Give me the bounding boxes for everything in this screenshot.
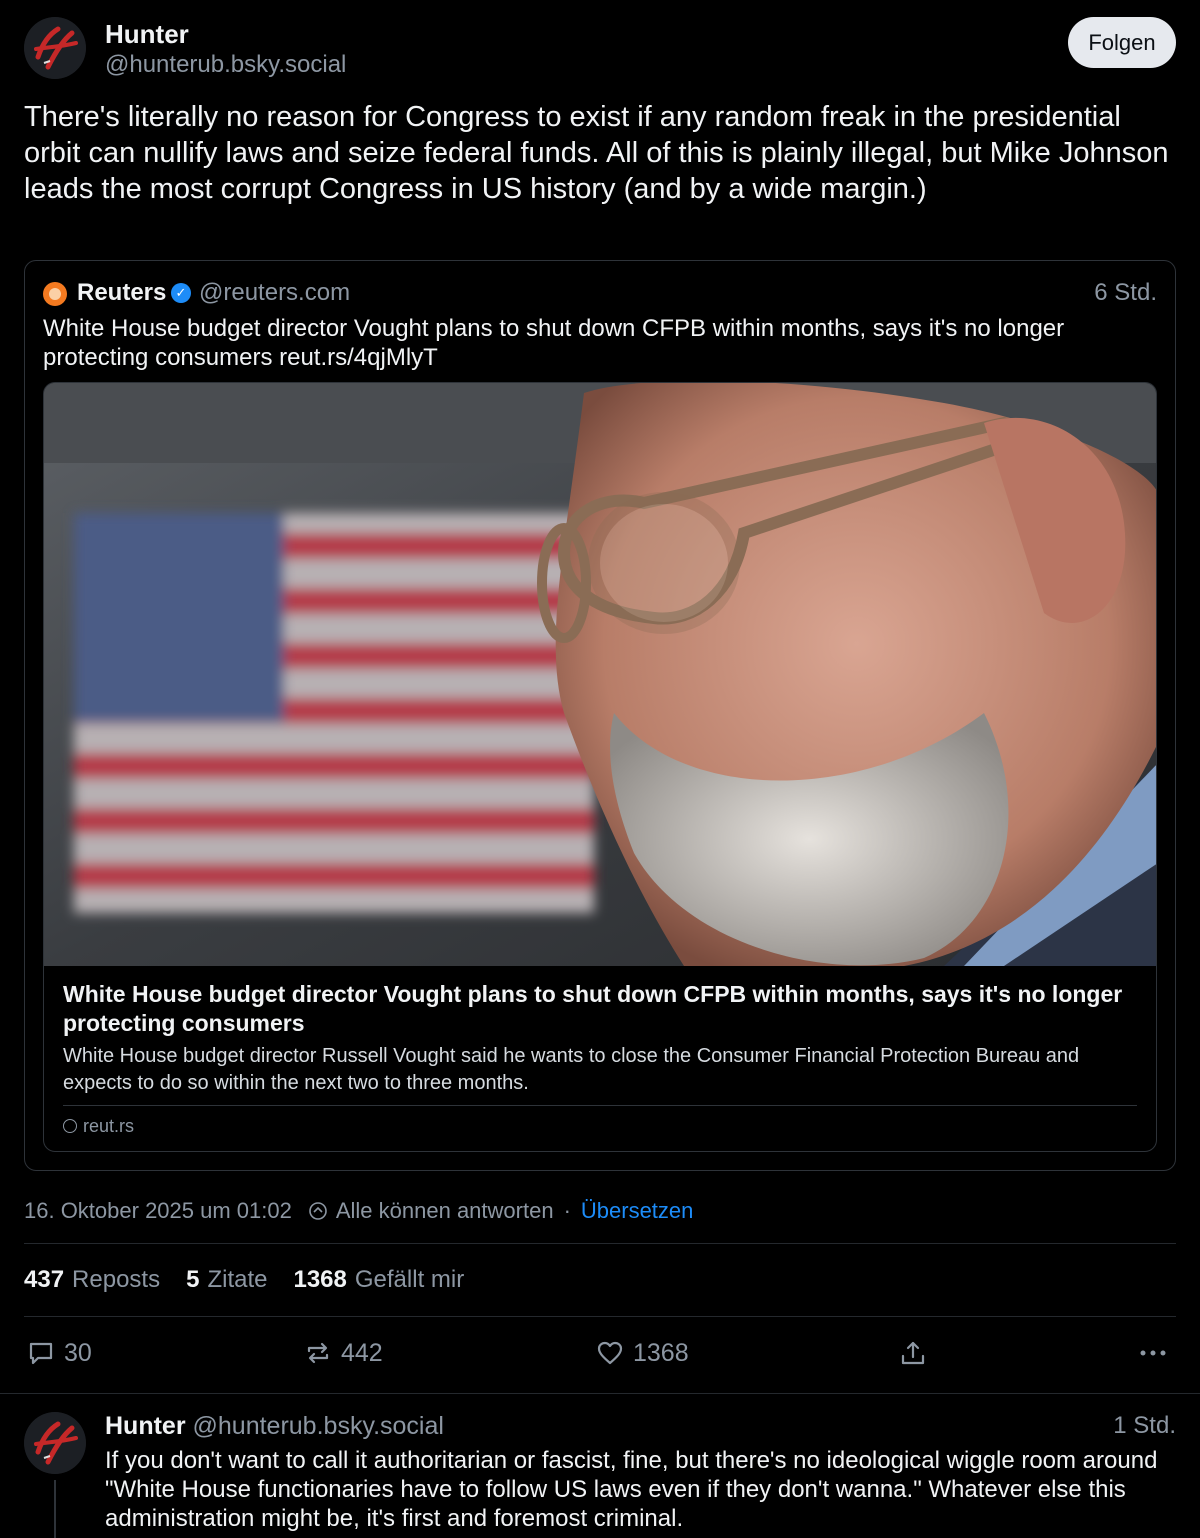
- likes-stat[interactable]: 1368 Gefällt mir: [293, 1266, 464, 1294]
- reply-author-avatar[interactable]: [24, 1412, 86, 1474]
- divider: [24, 1243, 1176, 1244]
- quoted-author-name[interactable]: Reuters: [77, 279, 166, 307]
- follow-button[interactable]: Folgen: [1068, 17, 1176, 68]
- quoted-post-card[interactable]: Reuters ✓ @reuters.com 6 Std. White Hous…: [24, 260, 1176, 1171]
- author-avatar[interactable]: [24, 17, 86, 79]
- like-count: 1368: [633, 1338, 689, 1367]
- link-preview-card[interactable]: White House budget director Vought plans…: [43, 382, 1157, 1152]
- reuters-logo-icon: [43, 282, 67, 306]
- share-icon: [901, 1341, 925, 1365]
- reply-setting[interactable]: Alle können antworten: [336, 1198, 554, 1224]
- link-preview-description: White House budget director Russell Voug…: [63, 1045, 1080, 1094]
- quoted-post-time: 6 Std.: [1094, 279, 1157, 306]
- reply-time: 1 Std.: [1113, 1412, 1176, 1439]
- divider: [0, 1393, 1200, 1394]
- meta-separator: ·: [563, 1198, 571, 1223]
- hunter-logo-icon: [24, 17, 86, 79]
- link-preview-title[interactable]: White House budget director Vought plans…: [63, 980, 1133, 1038]
- repost-count: 442: [341, 1338, 383, 1367]
- post-stats: 437 Reposts 5 Zitate 1368 Gefällt mir: [24, 1266, 490, 1294]
- like-button[interactable]: 1368: [595, 1338, 689, 1368]
- share-button[interactable]: [898, 1338, 936, 1368]
- quoted-author-handle[interactable]: @reuters.com: [199, 279, 350, 307]
- heart-icon: [597, 1341, 623, 1365]
- author-name[interactable]: Hunter: [105, 19, 189, 50]
- more-dots-icon: [1140, 1350, 1166, 1356]
- post-date: 16. Oktober 2025 um 01:02: [24, 1198, 292, 1223]
- quotes-stat[interactable]: 5 Zitate: [186, 1266, 267, 1294]
- reply-author-handle[interactable]: @hunterub.bsky.social: [193, 1412, 444, 1440]
- news-photo-image: [44, 383, 1156, 966]
- reply-button[interactable]: 30: [26, 1338, 92, 1368]
- quoted-post-text: White House budget director Vought plans…: [43, 315, 1065, 371]
- globe-icon: [63, 1119, 77, 1133]
- divider: [24, 1316, 1176, 1317]
- reposts-stat[interactable]: 437 Reposts: [24, 1266, 160, 1294]
- author-handle[interactable]: @hunterub.bsky.social: [105, 51, 346, 79]
- reply-header: Hunter @hunterub.bsky.social: [105, 1412, 444, 1441]
- translate-link[interactable]: Übersetzen: [581, 1198, 694, 1224]
- post-meta: 16. Oktober 2025 um 01:02 Alle können an…: [24, 1198, 693, 1224]
- verified-check-icon: ✓: [171, 283, 191, 303]
- reply-text: If you don't want to call it authoritari…: [105, 1447, 1158, 1532]
- reply-count: 30: [64, 1338, 92, 1367]
- link-preview-divider: [63, 1105, 1137, 1106]
- reply-author-name[interactable]: Hunter: [105, 1412, 186, 1440]
- thread-line: [54, 1480, 56, 1538]
- link-preview-domain[interactable]: reut.rs: [83, 1116, 134, 1137]
- more-options-button[interactable]: [1138, 1338, 1176, 1368]
- reply-setting-icon: [309, 1202, 327, 1220]
- repost-icon: [307, 1342, 329, 1364]
- hunter-logo-icon: [24, 1412, 86, 1474]
- post-text: There's literally no reason for Congress…: [24, 101, 1169, 205]
- repost-button[interactable]: 442: [303, 1338, 383, 1368]
- comment-icon: [29, 1342, 53, 1365]
